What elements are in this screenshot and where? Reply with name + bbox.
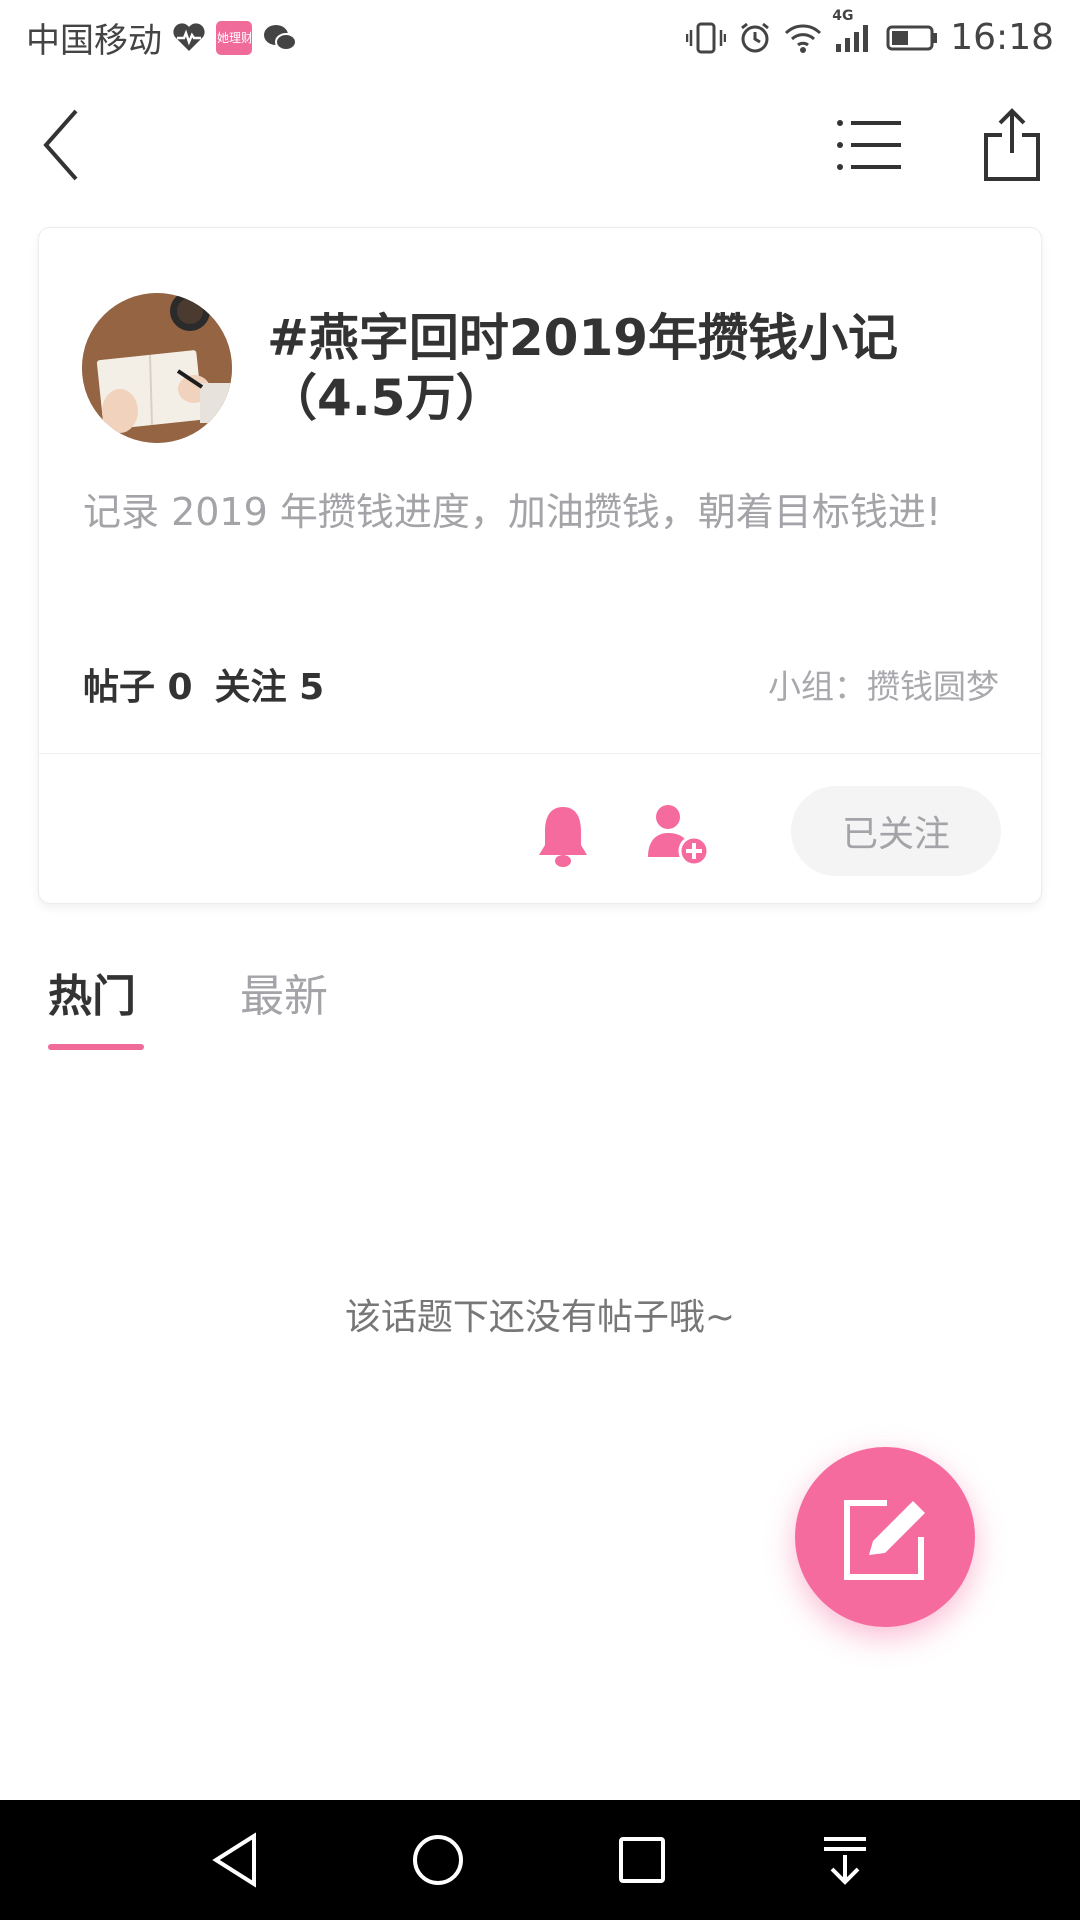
vibrate-icon bbox=[686, 21, 727, 55]
wifi-icon bbox=[784, 22, 822, 54]
topic-stats: 帖子 0 关注 5 bbox=[83, 658, 324, 710]
system-back-button[interactable] bbox=[200, 1825, 270, 1895]
topic-description: 记录 2019 年攒钱进度，加油攒钱，朝着目标钱进! bbox=[83, 490, 942, 534]
triangle-back-icon bbox=[212, 1832, 256, 1888]
topic-title: #燕字回时2019年攒钱小记（4.5万） bbox=[267, 309, 899, 427]
square-recents-icon bbox=[619, 1837, 665, 1883]
notification-button[interactable] bbox=[529, 796, 597, 876]
signal-icon: 4G bbox=[832, 8, 874, 54]
back-button[interactable] bbox=[22, 100, 102, 190]
bell-icon bbox=[539, 807, 587, 867]
topic-avatar bbox=[82, 293, 232, 443]
active-tab-indicator bbox=[48, 1044, 144, 1050]
carrier-label: 中国移动 bbox=[26, 21, 162, 61]
battery-icon bbox=[886, 24, 938, 52]
heartbeat-icon bbox=[172, 22, 206, 53]
follows-count: 关注 5 bbox=[214, 667, 325, 708]
add-user-icon bbox=[648, 805, 710, 867]
card-divider bbox=[39, 753, 1041, 754]
system-notification-pull-button[interactable] bbox=[810, 1825, 880, 1895]
circle-home-icon bbox=[413, 1835, 463, 1885]
edit-icon bbox=[844, 1500, 925, 1580]
share-button[interactable] bbox=[972, 100, 1052, 190]
status-bar: 中国移动 她理财 4G 16:18 bbox=[0, 0, 1080, 75]
posts-count: 帖子 0 bbox=[83, 667, 193, 708]
top-nav bbox=[0, 90, 1080, 200]
list-menu-button[interactable] bbox=[830, 100, 910, 190]
tab-hot[interactable]: 热门 bbox=[48, 960, 136, 1024]
clock-time: 16:18 bbox=[950, 17, 1054, 58]
app-badge-text: 她理财 bbox=[217, 30, 251, 45]
alarm-icon bbox=[738, 21, 772, 55]
feed-tabs: 热门 最新 bbox=[0, 960, 1080, 1060]
empty-state-message: 该话题下还没有帖子哦~ bbox=[344, 1297, 736, 1338]
topic-card: #燕字回时2019年攒钱小记（4.5万） 记录 2019 年攒钱进度，加油攒钱，… bbox=[38, 227, 1042, 904]
status-left: 中国移动 她理财 bbox=[26, 13, 298, 62]
status-right: 4G 16:18 bbox=[686, 8, 1054, 58]
invite-user-button[interactable] bbox=[639, 794, 719, 874]
system-home-button[interactable] bbox=[403, 1825, 473, 1895]
tab-latest[interactable]: 最新 bbox=[240, 960, 328, 1024]
group-link[interactable]: 小组：攒钱圆梦 bbox=[768, 660, 999, 708]
system-recents-button[interactable] bbox=[607, 1825, 677, 1895]
wechat-icon bbox=[262, 23, 298, 53]
share-icon bbox=[984, 108, 1040, 181]
system-nav-bar bbox=[0, 1800, 1080, 1920]
pull-down-icon bbox=[824, 1837, 866, 1885]
compose-post-button[interactable] bbox=[795, 1447, 975, 1627]
app-badge-icon: 她理财 bbox=[216, 20, 252, 55]
list-menu-icon bbox=[837, 120, 901, 170]
back-arrow-icon bbox=[43, 109, 78, 181]
followed-button[interactable]: 已关注 bbox=[791, 786, 1001, 876]
network-type-label: 4G bbox=[832, 7, 854, 24]
